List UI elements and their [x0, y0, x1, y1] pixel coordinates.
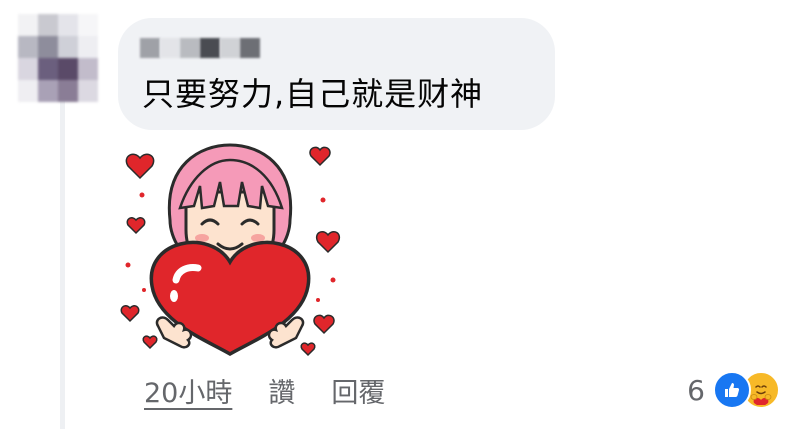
- small-heart: [120, 305, 140, 323]
- avatar[interactable]: [18, 14, 98, 102]
- comment-text: 只要努力,自己就是财神: [142, 75, 484, 113]
- girl-hugging-heart-sticker: [120, 143, 340, 357]
- like-button[interactable]: 讚: [268, 371, 295, 410]
- small-heart: [300, 342, 316, 357]
- small-heart: [316, 231, 340, 254]
- like-icon: [713, 371, 751, 409]
- small-heart: [126, 217, 146, 235]
- comment-actions: 20小時 讚 回覆: [144, 371, 385, 410]
- comment-bubble: 只要努力,自己就是财神: [118, 18, 555, 130]
- thread-line: [60, 95, 65, 429]
- reaction-count[interactable]: 6: [687, 374, 705, 407]
- small-heart: [142, 335, 158, 350]
- small-heart: [313, 314, 335, 335]
- reactions-summary[interactable]: 6: [687, 370, 780, 410]
- reply-button[interactable]: 回覆: [331, 371, 385, 410]
- small-heart: [125, 153, 155, 180]
- small-heart: [309, 146, 331, 167]
- timestamp-link[interactable]: 20小時: [144, 371, 232, 410]
- author-name-blurred[interactable]: [140, 38, 260, 58]
